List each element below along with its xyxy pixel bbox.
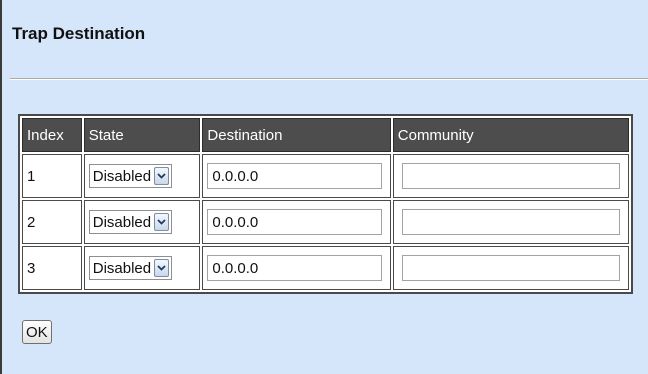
page-title: Trap Destination bbox=[12, 24, 146, 43]
state-select-value: Disabled bbox=[92, 167, 152, 185]
destination-input[interactable] bbox=[207, 163, 383, 189]
column-header-index: Index bbox=[22, 118, 82, 152]
community-input[interactable] bbox=[401, 209, 620, 235]
ok-button[interactable]: OK bbox=[22, 320, 52, 344]
chevron-down-icon[interactable] bbox=[154, 213, 170, 231]
column-header-destination: Destination bbox=[202, 118, 391, 152]
trap-destination-table: Index State Destination Community 1 Disa… bbox=[18, 114, 633, 294]
table-row: 2 Disabled bbox=[22, 200, 629, 244]
destination-input[interactable] bbox=[207, 255, 383, 281]
table-row: 3 Disabled bbox=[22, 246, 629, 290]
chevron-down-icon[interactable] bbox=[154, 259, 170, 277]
state-cell: Disabled bbox=[83, 246, 201, 290]
table-row: 1 Disabled bbox=[22, 154, 629, 198]
column-header-community: Community bbox=[392, 118, 629, 152]
community-cell bbox=[392, 246, 629, 290]
state-cell: Disabled bbox=[83, 200, 201, 244]
table-header-row: Index State Destination Community bbox=[22, 118, 629, 152]
state-select[interactable]: Disabled bbox=[88, 256, 173, 280]
trap-destination-page: Trap Destination Index State Destination… bbox=[0, 0, 648, 374]
chevron-down-icon[interactable] bbox=[154, 167, 170, 185]
state-select[interactable]: Disabled bbox=[88, 210, 173, 234]
index-cell: 3 bbox=[22, 246, 82, 290]
destination-cell bbox=[202, 200, 391, 244]
state-select[interactable]: Disabled bbox=[88, 164, 173, 188]
index-cell: 2 bbox=[22, 200, 82, 244]
destination-cell bbox=[202, 154, 391, 198]
community-input[interactable] bbox=[401, 255, 620, 281]
index-cell: 1 bbox=[22, 154, 82, 198]
community-cell bbox=[392, 200, 629, 244]
title-divider bbox=[10, 78, 648, 80]
state-select-value: Disabled bbox=[92, 213, 152, 231]
community-input[interactable] bbox=[401, 163, 620, 189]
destination-cell bbox=[202, 246, 391, 290]
community-cell bbox=[392, 154, 629, 198]
state-select-value: Disabled bbox=[92, 259, 152, 277]
destination-input[interactable] bbox=[207, 209, 383, 235]
column-header-state: State bbox=[83, 118, 201, 152]
state-cell: Disabled bbox=[83, 154, 201, 198]
